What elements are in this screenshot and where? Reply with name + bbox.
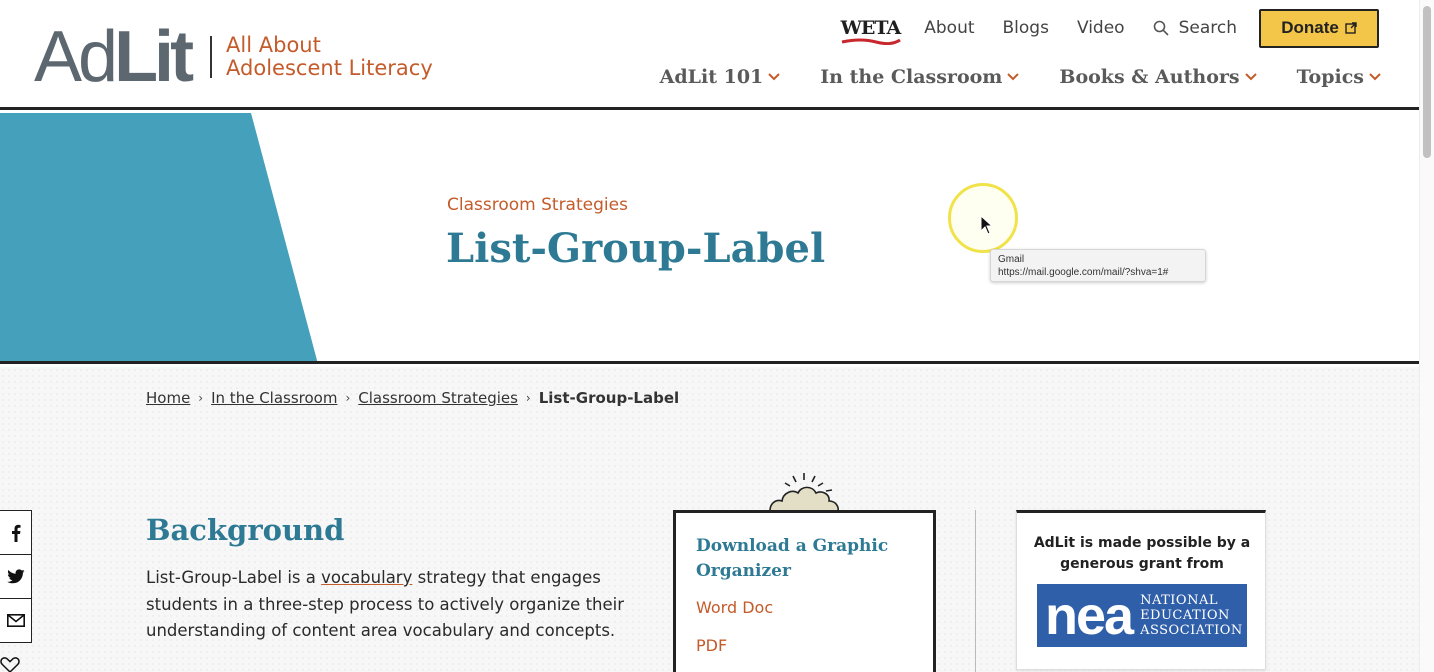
breadcrumb: Home › In the Classroom › Classroom Stra… (146, 389, 679, 407)
chevron-down-icon (1369, 73, 1381, 81)
blogs-link[interactable]: Blogs (1003, 18, 1049, 38)
share-facebook-button[interactable] (0, 510, 32, 555)
weta-logo[interactable]: WETA (841, 17, 901, 45)
search-link[interactable]: Search (1153, 18, 1237, 38)
breadcrumb-chevron-icon: › (345, 391, 351, 405)
search-label: Search (1178, 18, 1237, 38)
breadcrumb-classroom-strategies[interactable]: Classroom Strategies (358, 389, 518, 407)
donate-button[interactable]: Donate (1259, 8, 1379, 48)
weta-swoosh-icon (841, 38, 901, 45)
logo-wordmark: AdLit (34, 17, 194, 97)
sponsor-card: AdLit is made possible by a generous gra… (1016, 510, 1266, 670)
hero-decorative-shape (0, 113, 318, 361)
twitter-icon (6, 569, 25, 584)
link-tooltip: Gmail https://mail.google.com/mail/?shva… (990, 249, 1206, 282)
external-link-icon (1345, 22, 1357, 34)
share-bar (0, 510, 32, 643)
nea-logo-words: NATIONAL EDUCATION ASSOCIATION (1140, 593, 1243, 638)
logo-tagline: All About Adolescent Literacy (226, 33, 433, 80)
breadcrumb-current: List-Group-Label (538, 389, 680, 407)
graphic-organizer-card: Download a Graphic Organizer Word Doc PD… (673, 510, 936, 672)
scrollbar-thumb[interactable] (1423, 6, 1431, 158)
sponsor-text: AdLit is made possible by a generous gra… (1033, 535, 1251, 572)
tooltip-url: https://mail.google.com/mail/?shva=1# (998, 267, 1169, 278)
share-email-button[interactable] (0, 598, 32, 643)
chevron-down-icon (1244, 73, 1257, 81)
word-doc-link[interactable]: Word Doc (696, 598, 773, 617)
donate-label: Donate (1281, 18, 1339, 37)
favorite-heart-icon[interactable] (0, 657, 20, 672)
organizer-title: Download a Graphic Organizer (696, 536, 889, 581)
nav-topics[interactable]: Topics (1297, 66, 1381, 88)
share-twitter-button[interactable] (0, 554, 32, 599)
breadcrumb-in-the-classroom[interactable]: In the Classroom (211, 389, 337, 407)
email-icon (6, 614, 25, 627)
breadcrumb-home[interactable]: Home (146, 389, 190, 407)
vocabulary-link[interactable]: vocabulary (321, 568, 412, 587)
adlit-logo[interactable]: AdLit All About Adolescent Literacy (34, 17, 433, 97)
chevron-down-icon (1007, 73, 1020, 81)
utility-nav: WETA About Blogs Video Search Donate (841, 8, 1379, 48)
pdf-link[interactable]: PDF (696, 636, 727, 655)
column-divider (975, 510, 976, 672)
background-paragraph: List-Group-Label is a vocabulary strateg… (146, 568, 625, 640)
main-nav: AdLit 101 In the Classroom Books & Autho… (660, 66, 1381, 88)
about-link[interactable]: About (924, 18, 974, 38)
page-hero: Classroom Strategies List-Group-Label (0, 113, 1419, 364)
nav-books-authors[interactable]: Books & Authors (1059, 66, 1257, 88)
nav-in-the-classroom[interactable]: In the Classroom (820, 66, 1020, 88)
tooltip-title: Gmail (998, 254, 1025, 265)
video-link[interactable]: Video (1077, 18, 1125, 38)
page-title: List-Group-Label (446, 225, 826, 272)
hero-kicker[interactable]: Classroom Strategies (447, 195, 628, 215)
mouse-cursor-icon (980, 215, 994, 235)
page-scrollbar[interactable] (1419, 0, 1434, 672)
logo-divider (210, 36, 213, 78)
search-icon (1153, 20, 1169, 36)
background-heading: Background (146, 513, 345, 547)
breadcrumb-chevron-icon: › (525, 391, 531, 405)
nea-logo[interactable]: nea NATIONAL EDUCATION ASSOCIATION (1037, 584, 1247, 647)
nea-logo-mark: nea (1045, 585, 1134, 646)
facebook-icon (11, 524, 20, 542)
site-header: AdLit All About Adolescent Literacy WETA … (0, 0, 1419, 110)
breadcrumb-chevron-icon: › (198, 391, 204, 405)
nav-adlit-101[interactable]: AdLit 101 (660, 66, 781, 88)
main-content: Home › In the Classroom › Classroom Stra… (0, 367, 1419, 672)
chevron-down-icon (768, 73, 780, 81)
